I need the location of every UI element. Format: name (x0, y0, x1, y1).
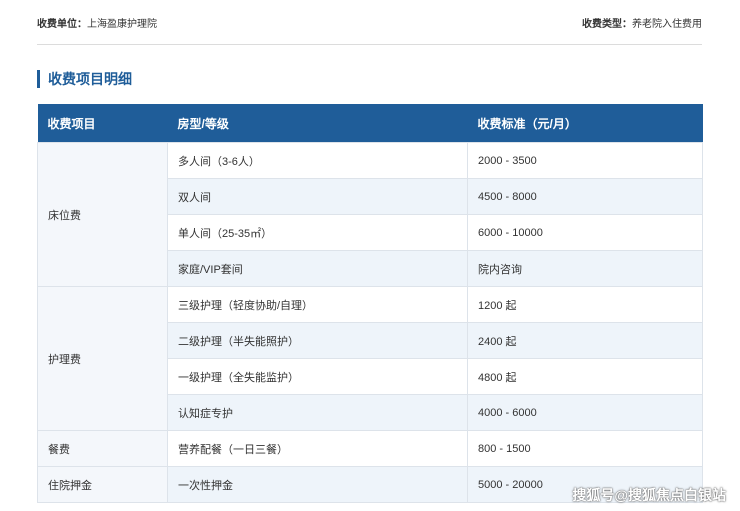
table-row: 床位费 多人间（3-6人） 2000 - 3500 (37, 142, 703, 287)
price-cell: 800 - 1500 (467, 430, 703, 467)
section-title: 收费项目明细 (37, 70, 132, 88)
price-cell: 4000 - 6000 (467, 394, 703, 431)
fee-table: 收费项目 房型/等级 收费标准（元/月） 床位费 多人间（3-6人） 2000 … (37, 104, 703, 503)
price-cell: 4800 起 (467, 358, 703, 395)
header-price: 收费标准（元/月） (467, 104, 703, 143)
price-cell: 6000 - 10000 (467, 214, 703, 251)
item-cell: 二级护理（半失能照护） (167, 322, 468, 359)
price-cell: 1200 起 (467, 286, 703, 323)
item-cell: 双人间 (167, 178, 468, 215)
fee-unit: 收费单位：上海盈康护理院 (37, 15, 157, 30)
table-header-row: 收费项目 房型/等级 收费标准（元/月） (37, 104, 703, 143)
item-cell: 一次性押金 (167, 466, 468, 503)
watermark: 搜狐号@搜狐焦点白银站 (572, 487, 726, 503)
category-cell: 床位费 (37, 142, 168, 287)
table-row: 餐费 营养配餐（一日三餐） 800 - 1500 (37, 430, 703, 467)
item-cell: 三级护理（轻度协助/自理） (167, 286, 468, 323)
item-cell: 多人间（3-6人） (167, 142, 468, 179)
header-room-level: 房型/等级 (167, 104, 468, 143)
price-cell: 2000 - 3500 (467, 142, 703, 179)
item-cell: 一级护理（全失能监护） (167, 358, 468, 395)
item-cell: 认知症专护 (167, 394, 468, 431)
table-row: 护理费 三级护理（轻度协助/自理） 1200 起 (37, 286, 703, 431)
fee-type-value: 养老院入住费用 (632, 18, 702, 30)
fee-type-label: 收费类型： (582, 18, 632, 30)
price-cell: 2400 起 (467, 322, 703, 359)
item-cell: 单人间（25-35㎡） (167, 214, 468, 251)
header-item: 收费项目 (37, 104, 168, 143)
fee-unit-label: 收费单位： (37, 18, 87, 30)
item-cell: 营养配餐（一日三餐） (167, 430, 468, 467)
item-cell: 家庭/VIP套间 (167, 250, 468, 287)
price-cell: 院内咨询 (467, 250, 703, 287)
category-cell: 护理费 (37, 286, 168, 431)
header-bar: 收费单位：上海盈康护理院 收费类型：养老院入住费用 (37, 0, 702, 45)
fee-type: 收费类型：养老院入住费用 (582, 15, 702, 30)
category-cell: 住院押金 (37, 466, 168, 503)
price-cell: 4500 - 8000 (467, 178, 703, 215)
category-cell: 餐费 (37, 430, 168, 467)
fee-unit-value: 上海盈康护理院 (87, 18, 157, 30)
